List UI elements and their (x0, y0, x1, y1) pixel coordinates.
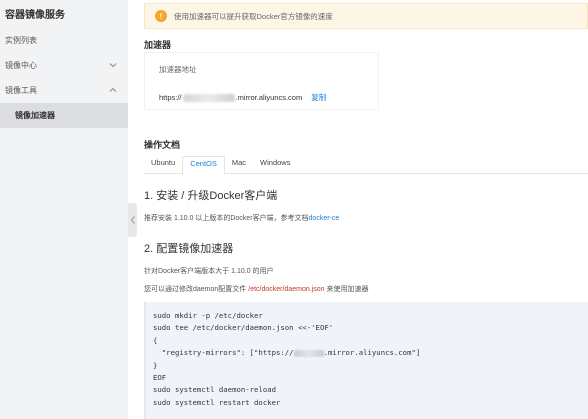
sidebar-item-image-accelerator[interactable]: 镜像加速器 (0, 103, 128, 128)
sidebar-item-image-center[interactable]: 镜像中心 (0, 53, 128, 78)
accelerator-card: 加速器地址 https:// .mirror.aliyuncs.com 复制 (144, 52, 379, 110)
docs-section-title: 操作文档 (144, 140, 181, 150)
step1-text: 推荐安装 1.10.0 以上版本的Docker客户端，参考文档docker-ce (144, 213, 339, 223)
sidebar: 容器镜像服务 实例列表 镜像中心 镜像工具 镜像加速器 (0, 0, 128, 419)
chevron-left-icon (130, 216, 135, 224)
code-line-mirror: "registry-mirrors": ["https:// .mirror.al… (153, 348, 588, 360)
sidebar-item-label: 镜像中心 (5, 61, 37, 70)
warning-icon: ! (155, 10, 167, 22)
sidebar-collapse-handle[interactable] (128, 203, 137, 237)
main-content: ! 使用加速器可以提升获取Docker官方镜像的速度 加速器 加速器地址 htt… (137, 0, 588, 419)
accelerator-url: https:// .mirror.aliyuncs.com 复制 (159, 92, 326, 103)
redacted-id (182, 93, 235, 102)
accelerator-section-title: 加速器 (144, 40, 172, 50)
tab-windows[interactable]: Windows (253, 156, 297, 174)
chevron-down-icon (109, 63, 117, 68)
notice-text: 使用加速器可以提升获取Docker官方镜像的速度 (174, 11, 333, 21)
step2-line2: 您可以通过修改daemon配置文件 /etc/docker/daemon.jso… (144, 284, 368, 294)
code-line: sudo tee /etc/docker/daemon.json <<-'EOF… (153, 323, 334, 333)
tab-ubuntu[interactable]: Ubuntu (144, 156, 182, 174)
code-line: sudo mkdir -p /etc/docker (153, 311, 263, 320)
notice-banner: ! 使用加速器可以提升获取Docker官方镜像的速度 (144, 3, 588, 29)
chevron-up-icon (109, 87, 117, 92)
sidebar-item-instances[interactable]: 实例列表 (0, 28, 128, 53)
code-line: sudo systemctl restart docker (153, 397, 281, 407)
redacted-id (293, 349, 324, 357)
url-prefix: https:// (159, 93, 182, 102)
step1-title: 1. 安装 / 升级Docker客户端 (144, 190, 278, 202)
docker-ce-link[interactable]: docker-ce (309, 215, 340, 222)
sidebar-title: 容器镜像服务 (5, 10, 65, 21)
code-line: } (153, 360, 158, 370)
sidebar-item-image-tools[interactable]: 镜像工具 (0, 78, 128, 103)
tab-mac[interactable]: Mac (225, 156, 253, 174)
step1-description: 推荐安装 1.10.0 以上版本的Docker客户端，参考文档 (144, 215, 309, 222)
copy-link[interactable]: 复制 (311, 92, 326, 103)
step2-line1: 针对Docker客户端版本大于 1.10.0 的用户 (144, 268, 274, 275)
step2-line2-pre: 您可以通过修改daemon配置文件 (144, 286, 249, 293)
sidebar-item-label: 实例列表 (5, 36, 37, 45)
code-mirror-post: .mirror.aliyuncs.com"] (323, 348, 421, 358)
daemon-json-path: /etc/docker/daemon.json (248, 286, 325, 293)
sidebar-item-label: 镜像加速器 (15, 111, 55, 120)
tab-centos[interactable]: CentOS (182, 156, 225, 175)
step2-title: 2. 配置镜像加速器 (144, 243, 234, 255)
code-line: sudo systemctl daemon-reload (153, 385, 277, 395)
accelerator-field-label: 加速器地址 (159, 65, 197, 74)
sidebar-item-label: 镜像工具 (5, 86, 37, 95)
url-suffix: .mirror.aliyuncs.com (235, 93, 303, 102)
code-mirror-pre: "registry-mirrors": ["https:// (153, 348, 294, 358)
step2-line2-post: 来使用加速器 (324, 286, 369, 293)
code-block[interactable]: sudo mkdir -p /etc/docker sudo tee /etc/… (144, 302, 588, 419)
os-tabs: Ubuntu CentOS Mac Windows (144, 156, 588, 175)
code-line: { (153, 335, 158, 345)
code-line: EOF (153, 372, 167, 382)
